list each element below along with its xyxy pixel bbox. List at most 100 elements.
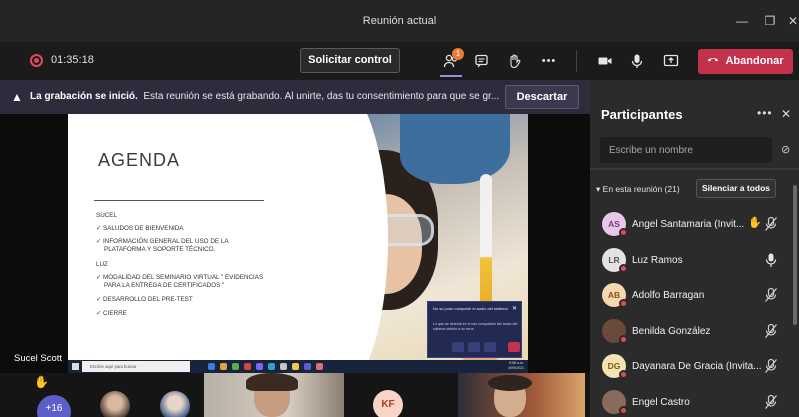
hang-up-icon bbox=[707, 49, 719, 74]
participant-row[interactable]: AB Adolfo Barragan bbox=[590, 279, 790, 313]
participant-video[interactable] bbox=[204, 373, 344, 417]
participant-avatar: AB bbox=[602, 283, 628, 308]
participant-row[interactable]: Engel Castro bbox=[590, 386, 790, 417]
leave-button[interactable]: Abandonar bbox=[698, 49, 793, 74]
windows-start-icon bbox=[72, 363, 79, 370]
slide-line: ✓ SALUDOS DE BIENVENIDA bbox=[96, 225, 184, 232]
slide-line: ✓ DESARROLLO DEL PRE-TEST bbox=[96, 296, 193, 303]
notification-title: No se pudo compartir el audio del sistem… bbox=[433, 306, 508, 311]
participant-avatar: DG bbox=[602, 354, 628, 379]
taskbar-date: 4/09/2021 bbox=[508, 366, 524, 370]
microphone-muted-icon[interactable] bbox=[764, 323, 778, 339]
status-dot bbox=[619, 228, 628, 237]
taskbar-app-icon bbox=[220, 363, 227, 370]
status-dot bbox=[619, 334, 628, 344]
warning-icon: ▲ bbox=[11, 90, 23, 104]
request-control-button[interactable]: Solicitar control bbox=[300, 48, 400, 73]
participant-search-input[interactable] bbox=[600, 137, 772, 163]
notification-mic-icon[interactable] bbox=[468, 342, 480, 352]
slide-line: PLATAFORMA Y SOPORTE TÉCNICO. bbox=[104, 246, 216, 253]
participant-avatar bbox=[602, 389, 628, 415]
taskbar-app-icon bbox=[232, 363, 239, 370]
taskbar-app-icon bbox=[316, 363, 323, 370]
notification-camera-icon[interactable] bbox=[452, 342, 464, 352]
recording-message: La grabación se inició. Esta reunión se … bbox=[30, 91, 499, 102]
more-actions-button[interactable]: ••• bbox=[538, 50, 560, 72]
status-dot bbox=[619, 299, 628, 308]
microphone-muted-icon[interactable] bbox=[764, 394, 778, 410]
taskbar-search: Escribe aquí para buscar bbox=[82, 361, 190, 372]
panel-scrollbar[interactable] bbox=[793, 185, 797, 325]
recording-icon bbox=[30, 54, 43, 67]
participant-row[interactable]: AS Angel Santamaria (Invit... ✋ bbox=[590, 208, 790, 242]
slide-line: LUZ bbox=[96, 261, 108, 268]
microphone-muted-icon[interactable] bbox=[764, 216, 778, 232]
raised-hand-icon: ✋ bbox=[748, 217, 762, 229]
slide-line: PARA LA ENTREGA DE CERTIFICADOS " bbox=[104, 282, 225, 289]
participant-name: Angel Santamaria (Invit... bbox=[632, 219, 745, 230]
title-bar: Reunión actual — ❐ ✕ bbox=[0, 0, 799, 42]
in-meeting-label: En esta reunión (21) bbox=[602, 184, 680, 194]
participants-panel: Participantes ••• ✕ ⊘ ▾ En esta reunión … bbox=[590, 80, 799, 417]
minimize-button[interactable]: — bbox=[730, 10, 754, 32]
slide-line: ✓ CIERRE bbox=[96, 310, 127, 317]
dismiss-button[interactable]: Descartar bbox=[505, 85, 579, 109]
status-dot bbox=[619, 405, 628, 415]
participant-row[interactable]: DG Dayanara De Gracia (Invita... bbox=[590, 350, 790, 384]
participant-avatar-kf[interactable]: KF bbox=[373, 390, 403, 417]
participant-initials: AS bbox=[608, 219, 620, 229]
slide-divider bbox=[94, 200, 264, 201]
participant-name: Adolfo Barragan bbox=[632, 290, 705, 301]
microphone-muted-icon[interactable] bbox=[764, 287, 778, 303]
active-indicator bbox=[440, 75, 462, 77]
slide-title: AGENDA bbox=[98, 150, 181, 170]
taskbar-app-icon bbox=[304, 363, 311, 370]
window-title: Reunión actual bbox=[362, 15, 437, 27]
taskbar-app-icon bbox=[280, 363, 287, 370]
participant-name: Engel Castro bbox=[632, 396, 690, 408]
raised-hand-icon: ✋ bbox=[34, 375, 49, 389]
status-dot bbox=[619, 370, 628, 379]
camera-icon[interactable] bbox=[594, 50, 616, 72]
participant-video[interactable] bbox=[100, 391, 130, 417]
shared-taskbar: Escribe aquí para buscar 9:58 a.m. 4/09/… bbox=[68, 360, 528, 373]
participants-badge: 1 bbox=[452, 48, 464, 60]
participant-avatar bbox=[602, 318, 628, 344]
participant-name: Benilda González bbox=[632, 325, 711, 337]
maximize-button[interactable]: ❐ bbox=[758, 10, 782, 32]
participant-video[interactable] bbox=[160, 391, 190, 417]
microphone-icon[interactable] bbox=[626, 50, 648, 72]
notification-share-icon[interactable] bbox=[484, 342, 496, 352]
slide-decoration bbox=[268, 114, 388, 360]
taskbar-app-icon bbox=[292, 363, 299, 370]
share-invite-icon[interactable]: ⊘ bbox=[781, 143, 790, 156]
meeting-timer: 01:35:18 bbox=[51, 54, 94, 66]
participant-name: Dayanara De Gracia (Invita... bbox=[632, 361, 762, 372]
notification-hangup-icon[interactable] bbox=[508, 342, 520, 352]
notification-close-icon[interactable]: ✕ bbox=[512, 305, 517, 312]
raise-hand-icon[interactable] bbox=[503, 50, 525, 72]
more-participants-button[interactable]: +16 bbox=[37, 395, 71, 417]
participant-search bbox=[600, 137, 772, 163]
close-window-button[interactable]: ✕ bbox=[781, 10, 799, 32]
slide-line: ✓ MODALIDAD DEL SEMINARIO VIRTUAL " EVID… bbox=[96, 274, 264, 281]
panel-more-button[interactable]: ••• bbox=[757, 106, 773, 120]
chat-icon[interactable] bbox=[471, 50, 493, 72]
panel-divider bbox=[590, 168, 799, 170]
slide-line: SUCEL bbox=[96, 212, 117, 219]
recording-message-bold: La grabación se inició. bbox=[30, 91, 138, 102]
slide-line: ✓ INFORMACIÓN GENERAL DEL USO DE LA bbox=[96, 238, 229, 245]
participant-video[interactable] bbox=[458, 373, 585, 417]
panel-close-button[interactable]: ✕ bbox=[781, 107, 791, 121]
participant-initials: AB bbox=[607, 290, 621, 300]
taskbar-app-icon bbox=[208, 363, 215, 370]
mute-all-button[interactable]: Silenciar a todos bbox=[696, 179, 776, 198]
in-meeting-section[interactable]: ▾ En esta reunión (21) bbox=[596, 184, 680, 195]
participant-row[interactable]: LR Luz Ramos bbox=[590, 244, 790, 278]
microphone-muted-icon[interactable] bbox=[764, 358, 778, 374]
recording-message-text: Esta reunión se está grabando. Al unirte… bbox=[143, 91, 500, 102]
participant-row[interactable]: Benilda González bbox=[590, 315, 790, 349]
microphone-icon[interactable] bbox=[764, 252, 778, 268]
participant-name: Luz Ramos bbox=[632, 254, 683, 266]
share-screen-icon[interactable] bbox=[660, 50, 682, 72]
